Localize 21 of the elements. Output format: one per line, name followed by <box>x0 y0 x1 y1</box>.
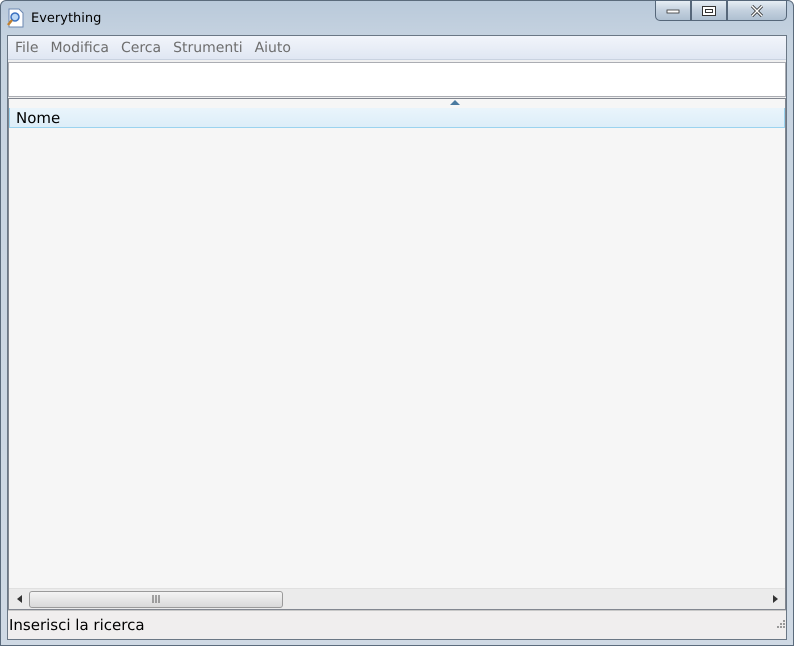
search-field[interactable] <box>8 62 786 97</box>
minimize-icon <box>666 8 680 14</box>
menu-item[interactable]: Modifica <box>45 40 116 56</box>
scrollbar-thumb[interactable] <box>29 590 283 608</box>
menu-item[interactable]: File <box>10 40 46 56</box>
app-icon <box>7 8 25 28</box>
maximize-button[interactable] <box>691 0 727 21</box>
grip-icon <box>152 595 160 603</box>
menu-item[interactable]: Strumenti <box>168 40 250 56</box>
minimize-button[interactable] <box>655 0 691 21</box>
close-icon <box>750 4 764 16</box>
window-title: Everything <box>31 10 102 26</box>
menu-item[interactable]: Aiuto <box>250 40 298 56</box>
maximize-icon <box>701 4 717 16</box>
close-button[interactable] <box>727 0 787 21</box>
status-text: Inserisci la ricerca <box>8 616 145 634</box>
column-header[interactable]: Nome <box>9 108 785 128</box>
resize-grip-icon[interactable] <box>774 619 786 631</box>
menu-item[interactable]: Cerca <box>116 40 168 56</box>
right-arrow-icon <box>772 595 778 603</box>
left-arrow-icon <box>16 595 22 603</box>
